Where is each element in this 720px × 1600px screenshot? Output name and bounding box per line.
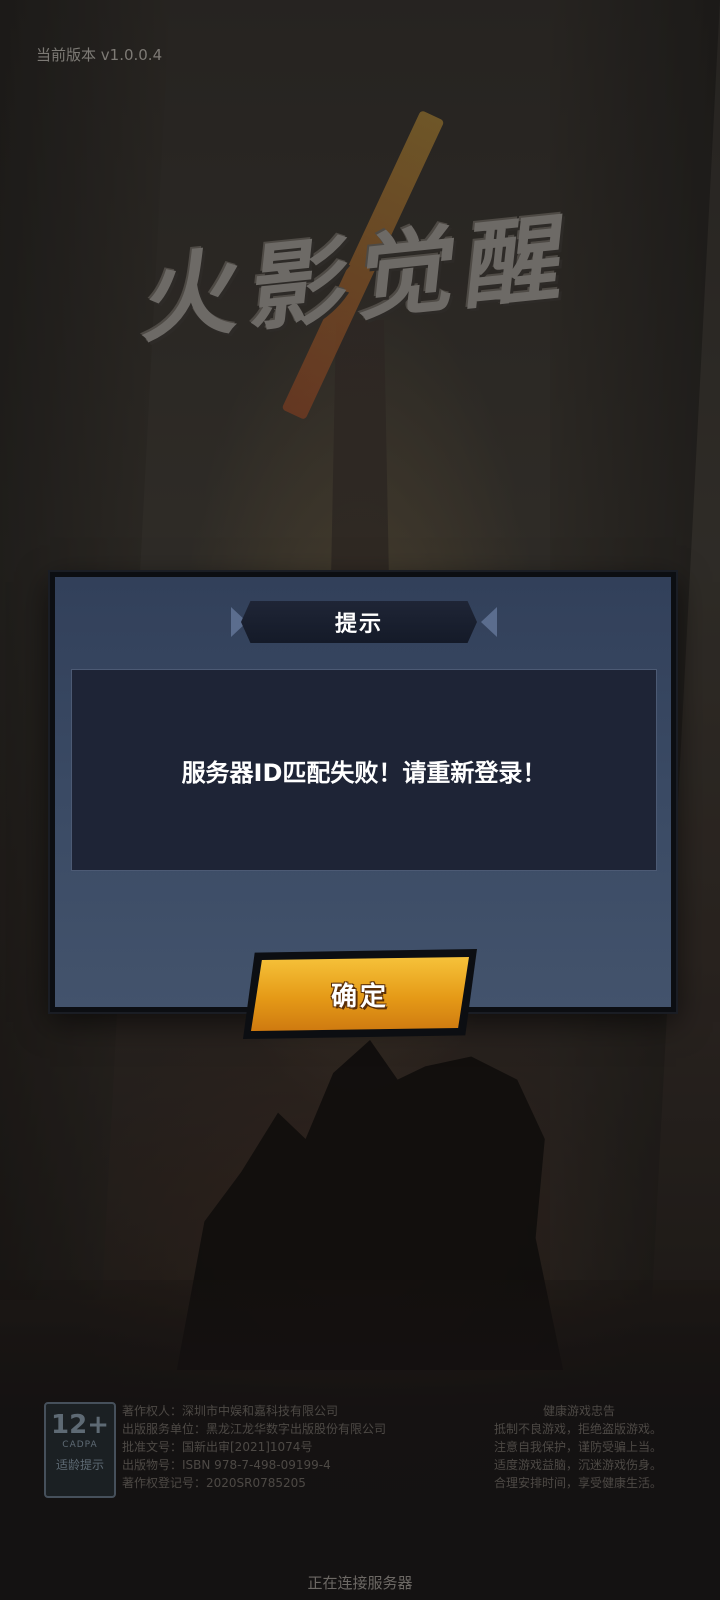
confirm-button-label: 确定 xyxy=(330,981,389,1012)
age-rating-value: 12+ xyxy=(51,1410,109,1440)
credit-line: 著作权人：深圳市中娱和嘉科技有限公司 xyxy=(122,1404,339,1418)
health-notice-line: 适度游戏益脑，沉迷游戏伤身。 xyxy=(494,1458,663,1472)
dialog-title: 提示 xyxy=(334,612,383,637)
health-notice: 健康游戏忠告 抵制不良游戏，拒绝盗版游戏。 注意自我保护，谨防受骗上当。 适度游… xyxy=(494,1402,684,1492)
health-notice-line: 抵制不良游戏，拒绝盗版游戏。 xyxy=(494,1422,663,1436)
game-logo-text: 火影觉醒 xyxy=(137,199,581,357)
credit-line: 出版物号：ISBN 978-7-498-09199-4 xyxy=(122,1458,331,1472)
health-notice-line: 注意自我保护，谨防受骗上当。 xyxy=(494,1440,663,1454)
age-rating-org: CADPA xyxy=(62,1440,98,1450)
publishing-credits: 著作权人：深圳市中娱和嘉科技有限公司 出版服务单位：黑龙江龙华数字出版股份有限公… xyxy=(122,1402,442,1492)
version-label: 当前版本 v1.0.0.4 xyxy=(36,46,163,64)
age-rating-note: 适龄提示 xyxy=(55,1458,104,1472)
dialog-message-box: 服务器ID匹配失败！请重新登录！ xyxy=(71,669,657,871)
dialog-title-bar: 提示 xyxy=(241,601,477,643)
dialog-message: 服务器ID匹配失败！请重新登录！ xyxy=(181,758,547,787)
health-notice-title: 健康游戏忠告 xyxy=(542,1404,615,1418)
alert-dialog: 提示 服务器ID匹配失败！请重新登录！ 确定 xyxy=(50,572,676,1039)
title-chevron-right-icon xyxy=(481,607,497,637)
connection-status: 正在连接服务器 xyxy=(307,1574,413,1592)
age-rating-badge: 12+ CADPA 适龄提示 xyxy=(44,1402,116,1498)
credit-line: 著作权登记号：2020SR0785205 xyxy=(122,1476,306,1490)
credit-line: 出版服务单位：黑龙江龙华数字出版股份有限公司 xyxy=(122,1422,387,1436)
health-notice-line: 合理安排时间，享受健康生活。 xyxy=(494,1476,663,1490)
game-logo: 火影觉醒 xyxy=(100,109,620,421)
credit-line: 批准文号：国新出审[2021]1074号 xyxy=(122,1440,313,1454)
confirm-button[interactable]: 确定 xyxy=(251,957,469,1031)
